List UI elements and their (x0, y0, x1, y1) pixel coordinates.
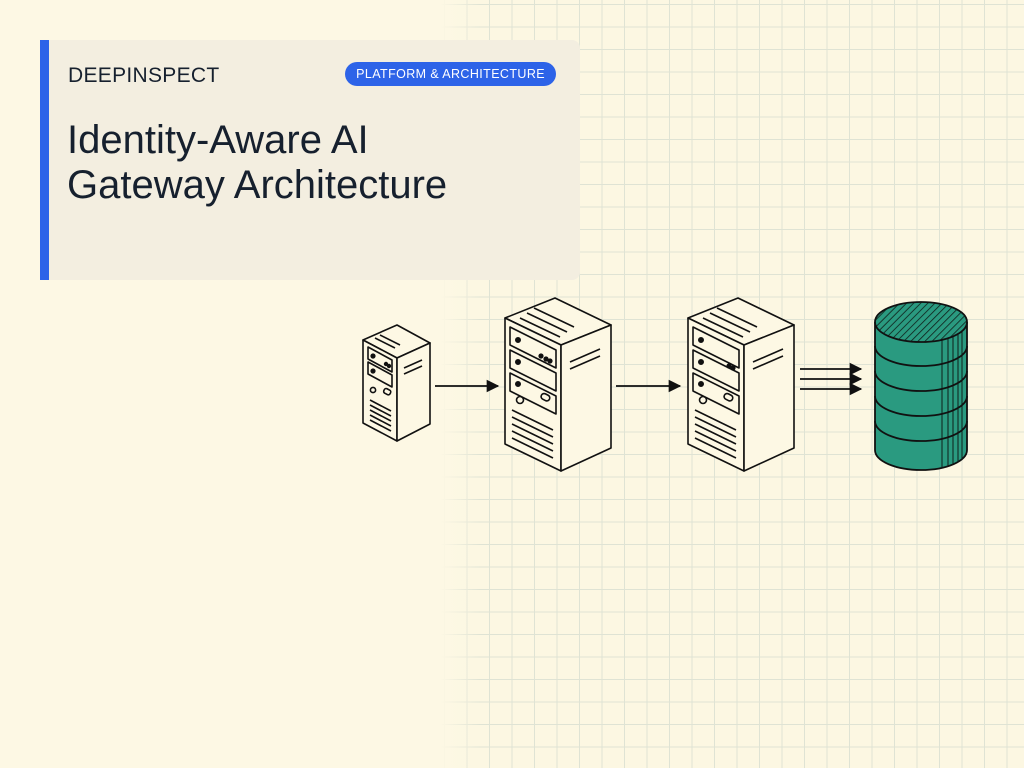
server-tower-icon (362, 324, 431, 442)
triple-arrow (800, 362, 863, 396)
server-tower-icon (687, 297, 795, 472)
server-tower-icon (504, 297, 612, 472)
database-icon (874, 301, 968, 471)
architecture-diagram (362, 297, 968, 472)
